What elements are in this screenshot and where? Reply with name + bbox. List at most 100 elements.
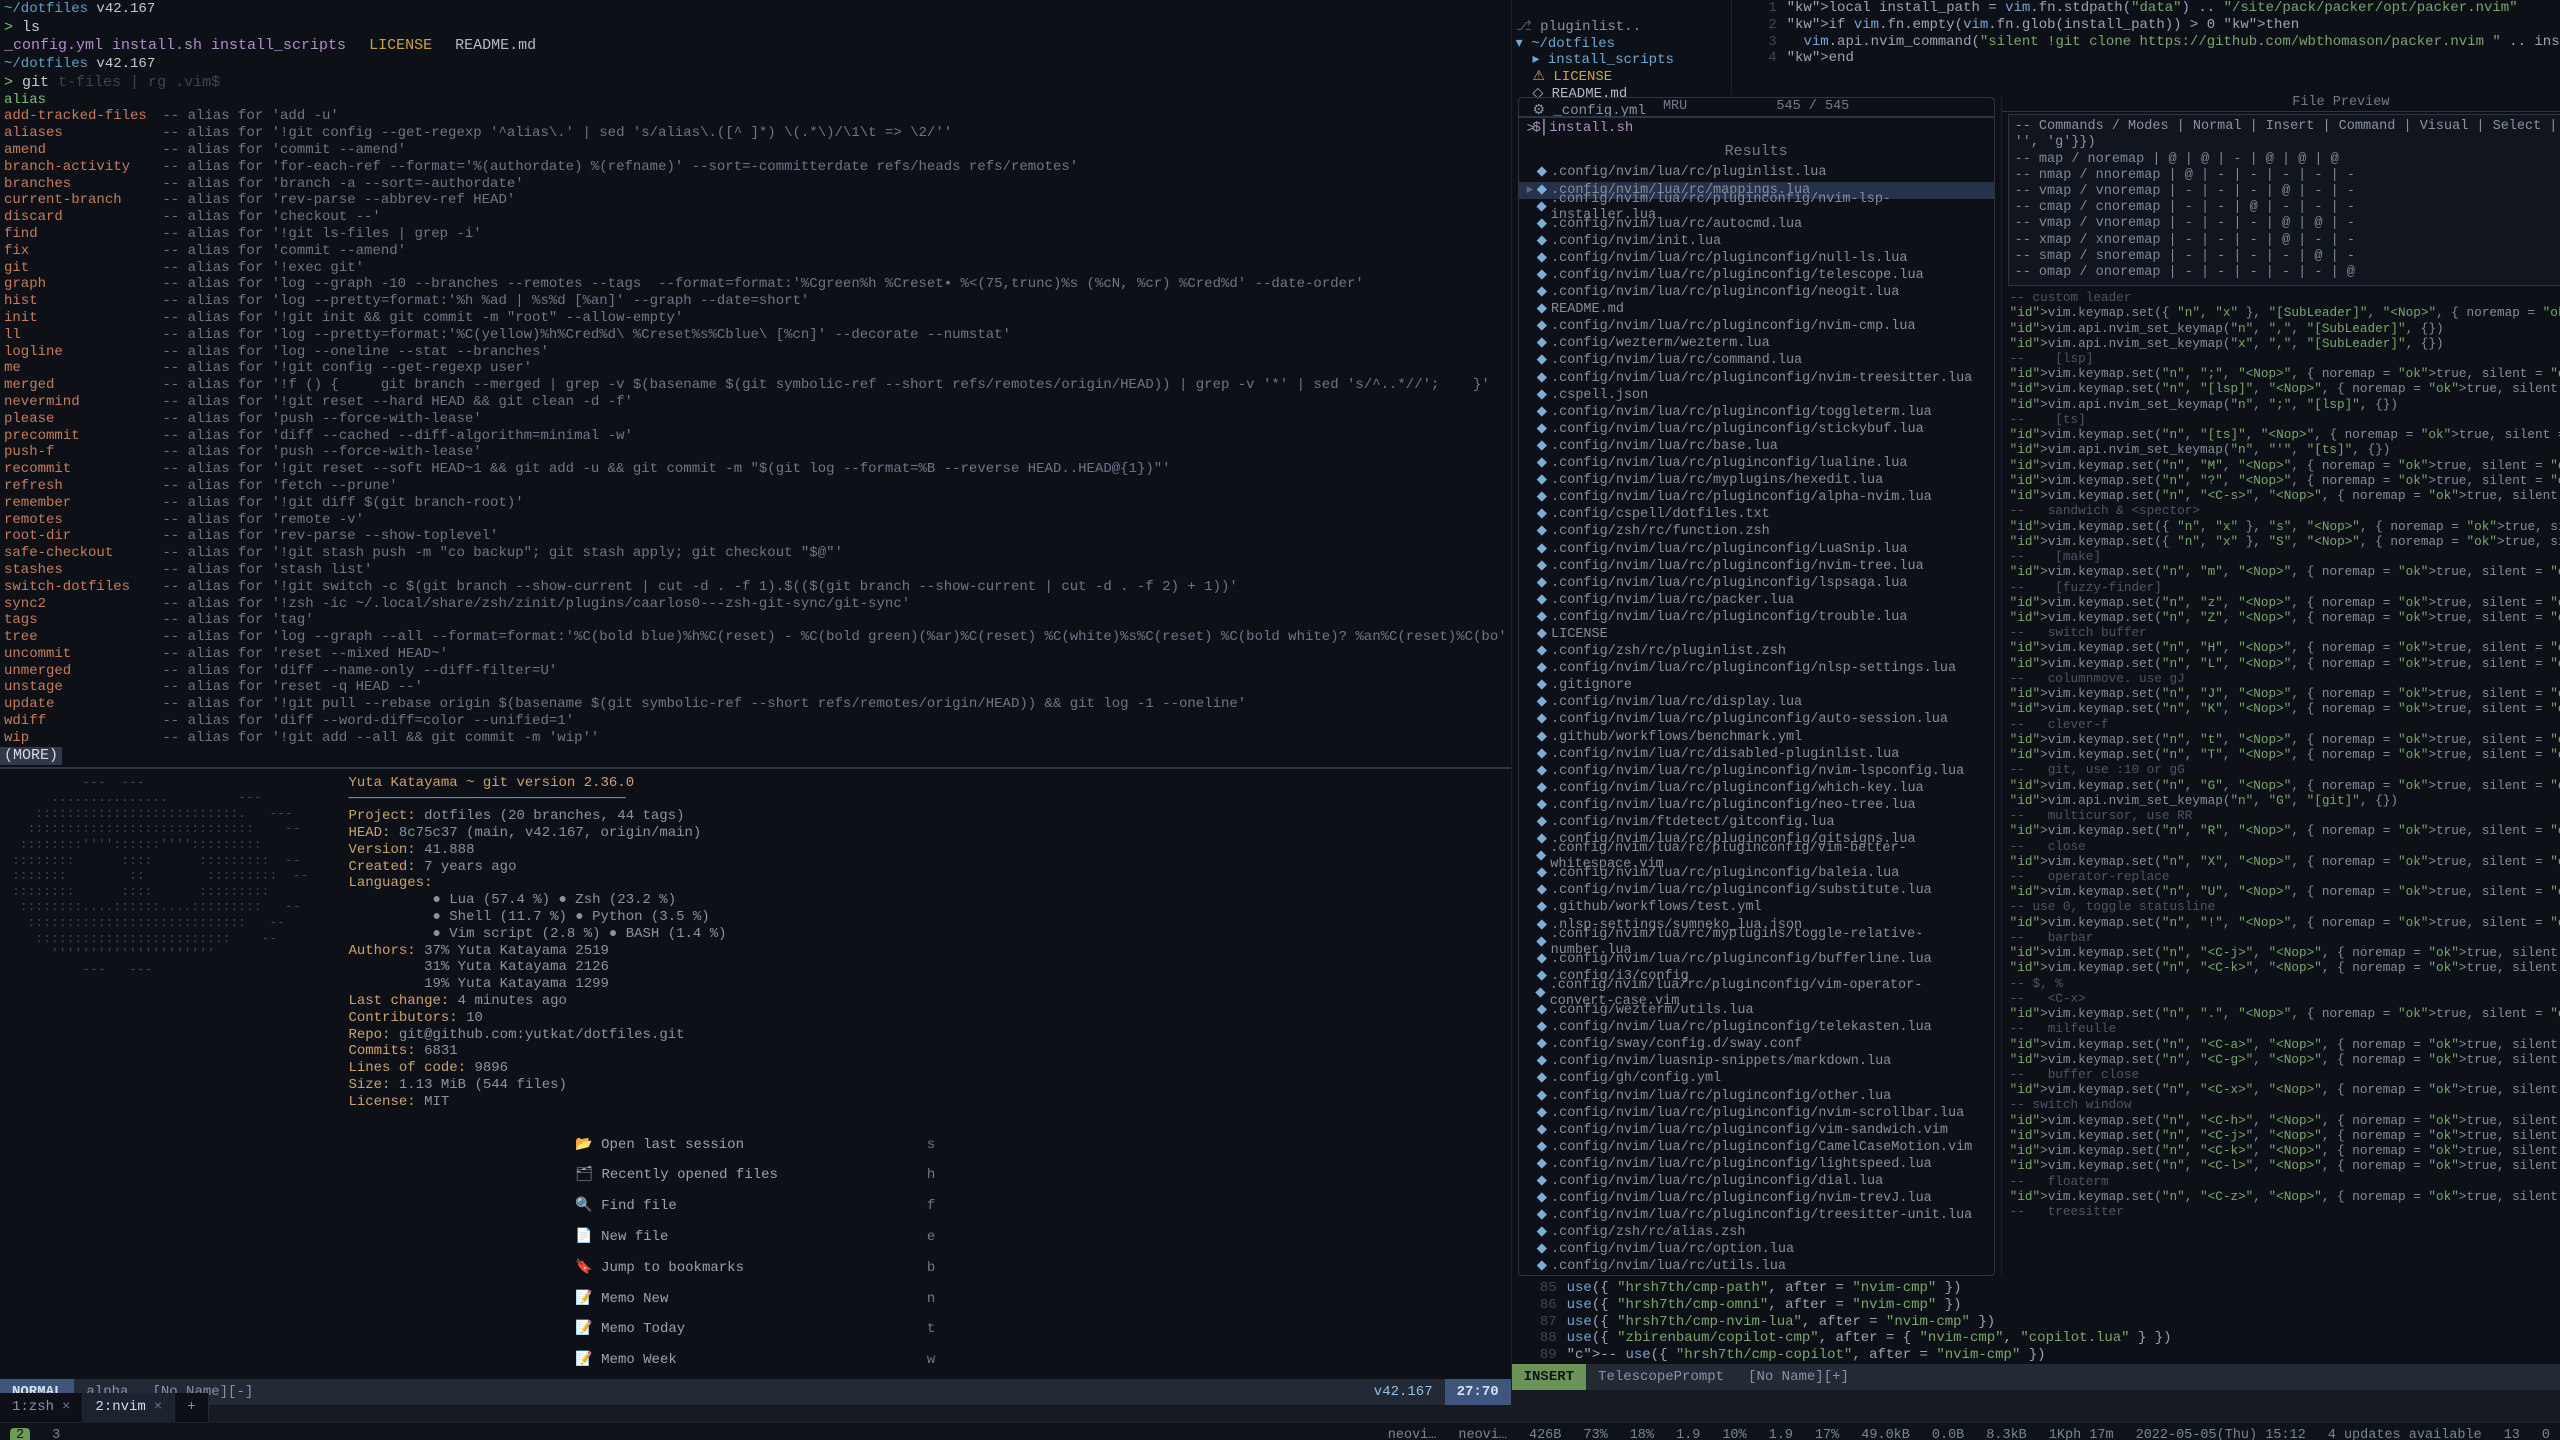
statusline-right-pane: INSERT TelescopePrompt [No Name][+] v42.… (1512, 1364, 2560, 1390)
mru-item[interactable]: ◆.config/nvim/lua/rc/pluginconfig/troubl… (1519, 609, 1994, 626)
onefetch-info: Yuta Katayama ~ git version 2.36.0 ─────… (348, 775, 726, 1111)
telescope-picker[interactable]: MRU 545 / 545 > ▏ Results ◆.config/nvim/… (1518, 97, 1995, 1276)
preview-title: File Preview (2002, 95, 2560, 112)
mru-item[interactable]: ◆.config/nvim/lua/rc/pluginconfig/nlsp-s… (1519, 661, 1994, 678)
dash-memo-today[interactable]: 📝 Memo Todayt (575, 1321, 935, 1338)
statusline-left-pane: NORMAL alpha [No Name][-] v42.167 27:70 (0, 1379, 1511, 1405)
git-branch: v42.167 (96, 1, 155, 17)
prompt-icon: > (4, 74, 22, 91)
mru-item[interactable]: ◆.config/nvim/lua/rc/pluginconfig/nvim-c… (1519, 319, 1994, 336)
dash-memo-week[interactable]: 📝 Memo Weekw (575, 1352, 935, 1369)
mru-item[interactable]: ◆LICENSE (1519, 627, 1994, 644)
editor-buffer-top[interactable]: 1"kw">local install_path = vim.fn.stdpat… (1732, 0, 2560, 95)
mru-item[interactable]: ◆.config/nvim/lua/rc/pluginconfig/nvim-t… (1519, 558, 1994, 575)
mru-item[interactable]: ◆.config/nvim/lua/rc/pluginconfig/vim-sa… (1519, 1122, 1994, 1139)
mru-item[interactable]: ◆README.md (1519, 302, 1994, 319)
dash-new-file[interactable]: 📄 New filee (575, 1229, 935, 1246)
mru-item[interactable]: ◆.gitignore (1519, 678, 1994, 695)
workspace-2[interactable]: 2 (10, 1428, 30, 1440)
mru-item[interactable]: ◆.config/nvim/lua/rc/packer.lua (1519, 592, 1994, 609)
mru-item[interactable]: ◆.config/nvim/lua/rc/pluginconfig/nvim-l… (1519, 763, 1994, 780)
branch-indicator: v42.167 (1362, 1379, 1445, 1405)
mru-item[interactable]: ◆.config/nvim/lua/rc/option.lua (1519, 1242, 1994, 1259)
mru-item[interactable]: ◆.config/nvim/lua/rc/pluginconfig/which-… (1519, 780, 1994, 797)
mru-item[interactable]: ◆.config/nvim/lua/rc/pluginconfig/nvim-t… (1519, 370, 1994, 387)
mru-item[interactable]: ◆.config/nvim/lua/rc/display.lua (1519, 695, 1994, 712)
mru-item[interactable]: ◆.config/nvim/lua/rc/pluginconfig/lights… (1519, 1156, 1994, 1173)
file-preview: -- custom leader"id">vim.keymap.set({ "n… (2002, 288, 2560, 1276)
dash-open-last-session[interactable]: 📂 Open last sessions (575, 1137, 935, 1154)
close-icon[interactable]: × (62, 1399, 70, 1416)
workspace-3[interactable]: 3 (52, 1428, 60, 1440)
cursor-pos: 27:70 (1445, 1379, 1511, 1405)
onefetch-ascii: --- --- ............... --- ::::::::::::… (12, 775, 308, 1111)
mru-item[interactable]: ◆.config/nvim/lua/rc/pluginconfig/lspsag… (1519, 575, 1994, 592)
mru-item[interactable]: ◆.cspell.json (1519, 387, 1994, 404)
mru-item[interactable]: ◆.config/nvim/lua/rc/pluginconfig/vim-be… (1519, 849, 1994, 866)
mru-item[interactable]: ◆.config/nvim/lua/rc/pluginconfig/buffer… (1519, 951, 1994, 968)
git-alias-list: aliasadd-tracked-files -- alias for 'add… (0, 92, 1511, 747)
mru-item[interactable]: ◆.config/wezterm/wezterm.lua (1519, 336, 1994, 353)
mru-item[interactable]: ◆.config/nvim/lua/rc/pluginconfig/treesi… (1519, 1208, 1994, 1225)
mru-item[interactable]: ◆.config/nvim/lua/rc/pluginconfig/LuaSni… (1519, 541, 1994, 558)
close-icon[interactable]: × (154, 1399, 162, 1416)
mru-item[interactable]: ◆.config/nvim/lua/rc/pluginlist.lua (1519, 165, 1994, 182)
mru-item[interactable]: ◆.config/nvim/lua/rc/pluginconfig/lualin… (1519, 456, 1994, 473)
mru-item[interactable]: ◆.config/zsh/rc/pluginlist.zsh (1519, 644, 1994, 661)
mru-item[interactable]: ◆.config/nvim/lua/rc/myplugins/toggle-re… (1519, 934, 1994, 951)
mru-item[interactable]: ◆.config/nvim/lua/rc/utils.lua (1519, 1259, 1994, 1275)
mru-item[interactable]: ◆.config/nvim/lua/rc/command.lua (1519, 353, 1994, 370)
mru-item[interactable]: ◆.config/nvim/lua/rc/base.lua (1519, 438, 1994, 455)
pager-more[interactable]: (MORE) (0, 747, 62, 765)
telescope-prompt[interactable]: > ▏ (1519, 117, 1994, 141)
mru-item[interactable]: ◆.github/workflows/test.yml (1519, 900, 1994, 917)
mru-item[interactable]: ◆.config/nvim/lua/rc/pluginconfig/neogit… (1519, 285, 1994, 302)
mode-indicator: INSERT (1512, 1364, 1586, 1390)
prompt-icon: > (4, 19, 22, 36)
onefetch-panel: --- --- ............... --- ::::::::::::… (0, 769, 1511, 1117)
mru-item[interactable]: ◆.config/nvim/lua/rc/pluginconfig/null-l… (1519, 250, 1994, 267)
mru-item[interactable]: ◆.config/nvim/lua/rc/pluginconfig/other.… (1519, 1088, 1994, 1105)
mru-item[interactable]: ◆.config/nvim/lua/rc/pluginconfig/nvim-l… (1519, 199, 1994, 216)
mapping-help-table: -- Commands / Modes | Normal | Insert | … (2008, 114, 2560, 286)
cwd-path-2: ~/dotfiles (4, 56, 88, 72)
mru-item[interactable]: ◆.config/gh/config.yml (1519, 1071, 1994, 1088)
mru-item[interactable]: ◆.config/nvim/lua/rc/pluginconfig/neo-tr… (1519, 797, 1994, 814)
mru-item[interactable]: ◆.config/nvim/lua/rc/disabled-pluginlist… (1519, 746, 1994, 763)
mru-item[interactable]: ◆.config/nvim/lua/rc/pluginconfig/CamelC… (1519, 1139, 1994, 1156)
system-status-bar: 2 3 neovi…neovi…426B73%18%1.910%1.917%49… (0, 1422, 2560, 1440)
ghost-suggestion: t-files | rg .vim$ (58, 74, 220, 91)
mru-item[interactable]: ◆.config/nvim/lua/rc/pluginconfig/telesc… (1519, 268, 1994, 285)
mru-item[interactable]: ◆.config/nvim/lua/rc/pluginconfig/nvim-t… (1519, 1191, 1994, 1208)
ls-command: ls (22, 19, 40, 36)
mru-item[interactable]: ◆.config/nvim/lua/rc/pluginconfig/auto-s… (1519, 712, 1994, 729)
dash-find-file[interactable]: 🔍 Find filef (575, 1198, 935, 1215)
new-tab-button[interactable]: + (175, 1393, 208, 1422)
mru-item[interactable]: ◆.config/nvim/lua/rc/pluginconfig/nvim-s… (1519, 1105, 1994, 1122)
dash-jump-to-bookmarks[interactable]: 🔖 Jump to bookmarksb (575, 1260, 935, 1277)
tab-1zsh[interactable]: 1:zsh × (0, 1393, 83, 1422)
mru-item[interactable]: ◆.config/zsh/rc/alias.zsh (1519, 1225, 1994, 1242)
dash-recently-opened-files[interactable]: 🗂 Recently opened filesh (575, 1167, 935, 1184)
editor-buffer-bottom[interactable]: 85use({ "hrsh7th/cmp-path", after = "nvi… (1512, 1276, 2560, 1364)
mru-item[interactable]: ◆.config/nvim/luasnip-snippets/markdown.… (1519, 1054, 1994, 1071)
dash-memo-new[interactable]: 📝 Memo Newn (575, 1291, 935, 1308)
tab-2nvim[interactable]: 2:nvim × (83, 1393, 175, 1422)
mru-item[interactable]: ◆.config/nvim/lua/rc/pluginconfig/vim-op… (1519, 985, 1994, 1002)
cwd-path: ~/dotfiles (4, 1, 88, 17)
mru-item[interactable]: ◆.config/nvim/lua/rc/pluginconfig/alpha-… (1519, 490, 1994, 507)
mru-item[interactable]: ◆.config/nvim/lua/rc/pluginconfig/sticky… (1519, 421, 1994, 438)
mru-item[interactable]: ◆.config/nvim/lua/rc/myplugins/hexedit.l… (1519, 473, 1994, 490)
mru-item[interactable]: ◆.config/sway/config.d/sway.conf (1519, 1037, 1994, 1054)
mru-item[interactable]: ◆.config/nvim/init.lua (1519, 233, 1994, 250)
mru-item[interactable]: ◆.config/nvim/lua/rc/pluginconfig/toggle… (1519, 404, 1994, 421)
mru-item[interactable]: ◆.config/zsh/rc/function.zsh (1519, 524, 1994, 541)
mru-item[interactable]: ◆.config/cspell/dotfiles.txt (1519, 507, 1994, 524)
mru-item[interactable]: ◆.config/nvim/ftdetect/gitconfig.lua (1519, 815, 1994, 832)
mru-item[interactable]: ◆.config/nvim/lua/rc/pluginconfig/substi… (1519, 883, 1994, 900)
mru-item[interactable]: ◆.github/workflows/benchmark.yml (1519, 729, 1994, 746)
mru-item[interactable]: ◆.config/nvim/lua/rc/pluginconfig/teleka… (1519, 1020, 1994, 1037)
git-command-input[interactable]: git (22, 74, 49, 91)
alpha-dashboard: 📂 Open last sessions 🗂 Recently opened fi… (0, 1117, 1511, 1379)
mru-item[interactable]: ◆.config/nvim/lua/rc/pluginconfig/dial.l… (1519, 1174, 1994, 1191)
